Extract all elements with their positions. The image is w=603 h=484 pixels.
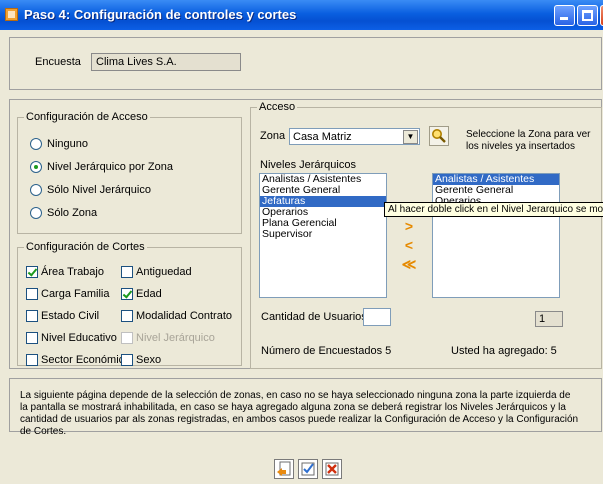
acceso-group: Acceso Zona Casa Matriz ▼ Seleccione la … [250, 101, 603, 369]
radio-label: Ninguno [47, 138, 88, 150]
config-acceso-legend: Configuración de Acceso [24, 111, 150, 123]
checkbox[interactable] [121, 354, 133, 366]
checkbox-label: Edad [136, 288, 162, 300]
checkbox-label: Carga Familia [41, 288, 110, 300]
niveles-list[interactable]: Analistas / Asistentes Gerente General Jef… [259, 173, 387, 298]
checkbox[interactable] [121, 310, 133, 322]
encuestados-text: Número de Encuestados 5 [261, 345, 392, 357]
config-cortes-legend: Configuración de Cortes [24, 241, 147, 253]
encuesta-panel: Encuesta Clima Lives S.A. [9, 37, 602, 90]
checkbox-label: Área Trabajo [41, 266, 104, 278]
checkbox[interactable] [26, 354, 38, 366]
main-panel: Configuración de Acceso Ninguno Nivel Je… [9, 99, 603, 369]
cancel-icon [325, 462, 339, 476]
info-panel: La siguiente página depende de la selecc… [9, 378, 602, 437]
remove-button[interactable]: < [399, 238, 419, 254]
cantidad-label: Cantidad de Usuarios [261, 311, 367, 323]
radio-circle[interactable] [30, 184, 42, 196]
cancel-button[interactable] [322, 459, 342, 479]
checkbox[interactable] [121, 266, 133, 278]
checkbox-label: Antiguedad [136, 266, 192, 278]
checkbox-label: Nivel Jerárquico [136, 332, 215, 344]
zona-select[interactable]: Casa Matriz ▼ [289, 128, 420, 145]
radio-label: Nivel Jerárquico por Zona [47, 161, 173, 173]
accept-button[interactable] [298, 459, 318, 479]
checkbox[interactable] [26, 310, 38, 322]
agregado-text: Usted ha agregado: 5 [451, 345, 557, 357]
config-cortes-group: Configuración de Cortes Área Trabajo Car… [17, 241, 242, 366]
checkbox[interactable] [26, 288, 38, 300]
zona-hint: Seleccione la Zona para ver los niveles … [466, 129, 591, 152]
arrow-right-icon: > [404, 218, 414, 234]
radio-label: Sólo Nivel Jerárquico [47, 184, 151, 196]
window-title: Paso 4: Configuración de controles y cor… [24, 7, 297, 22]
radio-circle[interactable] [30, 207, 42, 219]
minimize-button[interactable] [554, 5, 575, 26]
radio-circle[interactable] [30, 138, 42, 150]
tooltip: Al hacer doble click en el Nivel Jerarqu… [384, 202, 603, 217]
zona-label: Zona [260, 130, 286, 142]
double-arrow-left-icon: ≪ [401, 256, 417, 272]
radio-label: Sólo Zona [47, 207, 98, 219]
remove-all-button[interactable]: ≪ [399, 257, 419, 273]
checkbox[interactable] [121, 288, 133, 300]
count-value: 1 [539, 313, 546, 325]
list-item[interactable]: Supervisor [260, 229, 386, 240]
chevron-down-icon[interactable]: ▼ [403, 130, 418, 144]
checkbox-label: Nivel Educativo [41, 332, 117, 344]
zona-value: Casa Matriz [293, 131, 352, 143]
maximize-icon [582, 10, 593, 21]
info-text: La siguiente página depende de la selecc… [20, 390, 579, 437]
app-icon [5, 8, 18, 21]
checkbox[interactable] [26, 332, 38, 344]
checkbox-label: Modalidad Contrato [136, 310, 233, 322]
search-icon [432, 129, 446, 143]
arrow-left-icon: < [404, 237, 414, 253]
checkbox-label: Estado Civil [41, 310, 100, 322]
back-icon [277, 461, 291, 476]
accept-icon [301, 462, 315, 476]
checkbox-label: Sector Económico [41, 354, 131, 366]
encuesta-value: Clima Lives S.A. [96, 56, 177, 68]
add-button[interactable]: > [399, 219, 419, 235]
acceso-legend: Acceso [257, 101, 298, 113]
back-button[interactable] [274, 459, 294, 479]
search-button[interactable] [429, 126, 449, 146]
maximize-button[interactable] [577, 5, 598, 26]
count-field: 1 [535, 311, 563, 327]
checkbox-label: Sexo [136, 354, 162, 366]
asignados-list[interactable]: Analistas / Asistentes Gerente General Ope… [432, 173, 560, 298]
checkbox [121, 332, 133, 344]
encuesta-label: Encuesta [35, 56, 81, 68]
encuesta-field: Clima Lives S.A. [91, 53, 241, 71]
config-acceso-group: Configuración de Acceso Ninguno Nivel Je… [17, 111, 242, 234]
radio-circle[interactable] [30, 161, 42, 173]
minimize-icon [560, 17, 568, 20]
title-bar[interactable]: Paso 4: Configuración de controles y cor… [0, 0, 603, 30]
checkbox[interactable] [26, 266, 38, 278]
cantidad-input[interactable] [363, 308, 391, 326]
wizard-window: Paso 4: Configuración de controles y cor… [0, 0, 603, 484]
niveles-label: Niveles Jerárquicos [260, 159, 356, 171]
